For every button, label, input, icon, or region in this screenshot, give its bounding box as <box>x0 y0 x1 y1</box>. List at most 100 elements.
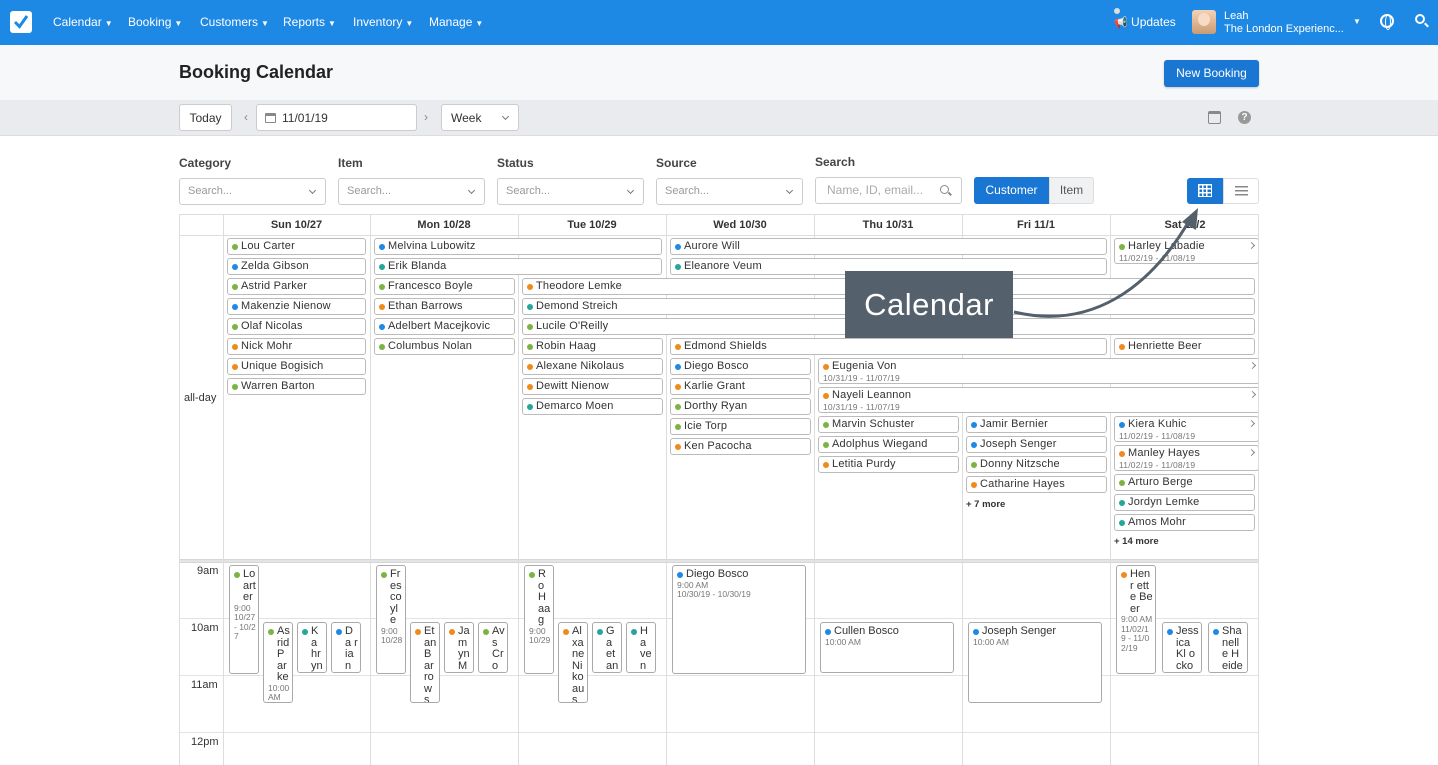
allday-event[interactable]: Dorthy Ryan <box>670 398 811 415</box>
timed-event[interactable]: Ja myn Murp hy <box>444 622 474 673</box>
globe-icon[interactable] <box>1380 14 1394 30</box>
timed-event[interactable]: Av s Cro na10:00 <box>478 622 508 673</box>
source-select[interactable]: Search... <box>656 178 803 205</box>
allday-event[interactable]: Nayeli Leannon 10/31/19 - 11/07/19 <box>818 387 1258 413</box>
category-select[interactable]: Search... <box>179 178 326 205</box>
nav-manage-menu[interactable]: Manage ▼ <box>429 15 483 29</box>
hour-label-11am: 11am <box>191 679 218 691</box>
allday-event[interactable]: Letitia Purdy <box>818 456 959 473</box>
search-icon[interactable] <box>1415 14 1425 24</box>
allday-event[interactable]: Marvin Schuster <box>818 416 959 433</box>
timed-event[interactable]: Joseph Senger 10:00 AM <box>968 622 1102 703</box>
allday-event[interactable]: Henriette Beer <box>1114 338 1255 355</box>
timed-event[interactable]: Lo arter 9:00 10/27 - 10/27 <box>229 565 259 674</box>
allday-event[interactable]: Warren Barton <box>227 378 366 395</box>
timed-event[interactable]: Al xane Niko aus10:00 AM <box>558 622 588 703</box>
today-button[interactable]: Today <box>179 104 232 131</box>
status-dot-icon <box>336 629 342 635</box>
updates-link[interactable]: 📢 Updates <box>1114 8 1176 29</box>
allday-event[interactable]: Demarco Moen <box>522 398 663 415</box>
search-input[interactable]: Name, ID, email... <box>815 177 962 204</box>
allday-event[interactable]: Amos Mohr <box>1114 514 1255 531</box>
allday-event[interactable]: Catharine Hayes <box>966 476 1107 493</box>
allday-event[interactable]: Donny Nitzsche <box>966 456 1107 473</box>
view-range-select[interactable]: Week <box>441 104 519 131</box>
allday-event[interactable]: Unique Bogisich <box>227 358 366 375</box>
nav-calendar-menu[interactable]: Calendar ▼ <box>53 15 113 29</box>
nav-customers-menu[interactable]: Customers ▼ <box>200 15 269 29</box>
allday-event[interactable]: Nick Mohr <box>227 338 366 355</box>
allday-event[interactable]: Jamir Bernier <box>966 416 1107 433</box>
allday-event[interactable]: Lou Carter <box>227 238 366 255</box>
calendar-toolbar: Today ‹ 11/01/19 › Week ? <box>0 100 1438 136</box>
date-picker-field[interactable]: 11/01/19 <box>256 104 417 131</box>
allday-event[interactable]: Diego Bosco <box>670 358 811 375</box>
more-events-link-sat[interactable]: + 14 more <box>1114 536 1159 547</box>
timed-event[interactable]: Diego Bosco 9:00 AM 10/30/19 - 10/30/19 <box>672 565 806 674</box>
timed-event[interactable]: Et an B arro ws10:00 AM <box>410 622 440 703</box>
timed-event[interactable]: Cullen Bosco 10:00 AM <box>820 622 954 673</box>
allday-event[interactable]: Adelbert Macejkovic <box>374 318 515 335</box>
status-dot-icon <box>527 404 533 410</box>
status-dot-icon <box>379 324 385 330</box>
next-arrow-icon[interactable]: › <box>424 110 428 124</box>
user-menu[interactable]: Leah The London Experienc... <box>1224 10 1344 36</box>
allday-event[interactable]: Zelda Gibson <box>227 258 366 275</box>
item-select[interactable]: Search... <box>338 178 485 205</box>
caret-down-icon[interactable]: ▼ <box>1353 17 1361 26</box>
allday-event[interactable]: Robin Haag <box>522 338 663 355</box>
allday-event[interactable]: Makenzie Nienow <box>227 298 366 315</box>
allday-event[interactable]: Columbus Nolan <box>374 338 515 355</box>
allday-event[interactable]: Icie Torp <box>670 418 811 435</box>
allday-event[interactable]: Ethan Barrows <box>374 298 515 315</box>
event-name: Av s Cro na <box>492 625 505 672</box>
allday-event[interactable]: Edmond Shields <box>670 338 1107 355</box>
allday-event[interactable]: Kiera Kuhic 11/02/19 - 11/08/19 <box>1114 416 1258 442</box>
timed-event[interactable]: Henr ette Be er 9:00 AM 11/02/19 - 11/02/… <box>1116 565 1156 674</box>
nav-inventory-menu[interactable]: Inventory ▼ <box>353 15 413 29</box>
status-dot-icon <box>268 629 274 635</box>
allday-event[interactable]: Joseph Senger <box>966 436 1107 453</box>
allday-event[interactable]: Arturo Berge <box>1114 474 1255 491</box>
status-dot-icon <box>823 364 829 370</box>
allday-event[interactable]: Eugenia Von 10/31/19 - 11/07/19 <box>818 358 1258 384</box>
more-events-link-fri[interactable]: + 7 more <box>966 499 1005 510</box>
allday-event[interactable]: Alexane Nikolaus <box>522 358 663 375</box>
timed-event[interactable]: As rid P arke 10:00 AM <box>263 622 293 703</box>
status-dot-icon <box>1119 451 1125 457</box>
timed-event[interactable]: Sha nelle Heide nreich <box>1208 622 1248 673</box>
new-booking-button[interactable]: New Booking <box>1164 60 1259 87</box>
nav-reports-menu[interactable]: Reports ▼ <box>283 15 336 29</box>
allday-event[interactable]: Erik Blanda <box>374 258 662 275</box>
help-icon[interactable]: ? <box>1238 111 1251 124</box>
list-view-icon[interactable] <box>1223 178 1259 204</box>
timed-event[interactable]: Ga etan o Sc hust <box>592 622 622 673</box>
timed-event[interactable]: Ro Haag 9:00 10/29 <box>524 565 554 674</box>
user-avatar[interactable] <box>1192 10 1216 34</box>
status-dot-icon <box>1121 572 1127 578</box>
allday-event[interactable]: Manley Hayes 11/02/19 - 11/08/19 <box>1114 445 1258 471</box>
status-select[interactable]: Search... <box>497 178 644 205</box>
add-calendar-icon[interactable] <box>1208 111 1221 124</box>
timed-event[interactable]: Ha ven Walt er <box>626 622 656 673</box>
status-dot-icon <box>381 572 387 578</box>
timed-event[interactable]: Da rian Leffl er <box>331 622 361 673</box>
allday-event[interactable]: Ken Pacocha <box>670 438 811 455</box>
allday-event[interactable]: Dewitt Nienow <box>522 378 663 395</box>
timed-event[interactable]: Fr esco yle 9:00 10/28 <box>376 565 406 674</box>
timed-event[interactable]: Jess ica Kl ocko10:00 AM <box>1162 622 1202 673</box>
allday-timed-divider <box>180 559 1258 563</box>
event-name: Dorthy Ryan <box>684 400 748 412</box>
allday-event[interactable]: Jordyn Lemke <box>1114 494 1255 511</box>
allday-event[interactable]: Adolphus Wiegand <box>818 436 959 453</box>
allday-event[interactable]: Melvina Lubowitz <box>374 238 662 255</box>
app-logo-checkmark-icon[interactable] <box>10 11 32 33</box>
prev-arrow-icon[interactable]: ‹ <box>244 110 248 124</box>
allday-event[interactable]: Karlie Grant <box>670 378 811 395</box>
allday-event[interactable]: Olaf Nicolas <box>227 318 366 335</box>
allday-event[interactable]: Astrid Parker <box>227 278 366 295</box>
nav-booking-menu[interactable]: Booking ▼ <box>128 15 182 29</box>
timed-event[interactable]: Ka hryn e Ra u <box>297 622 327 673</box>
allday-event[interactable]: Francesco Boyle <box>374 278 515 295</box>
event-name: Ja myn Murp hy <box>458 625 470 672</box>
